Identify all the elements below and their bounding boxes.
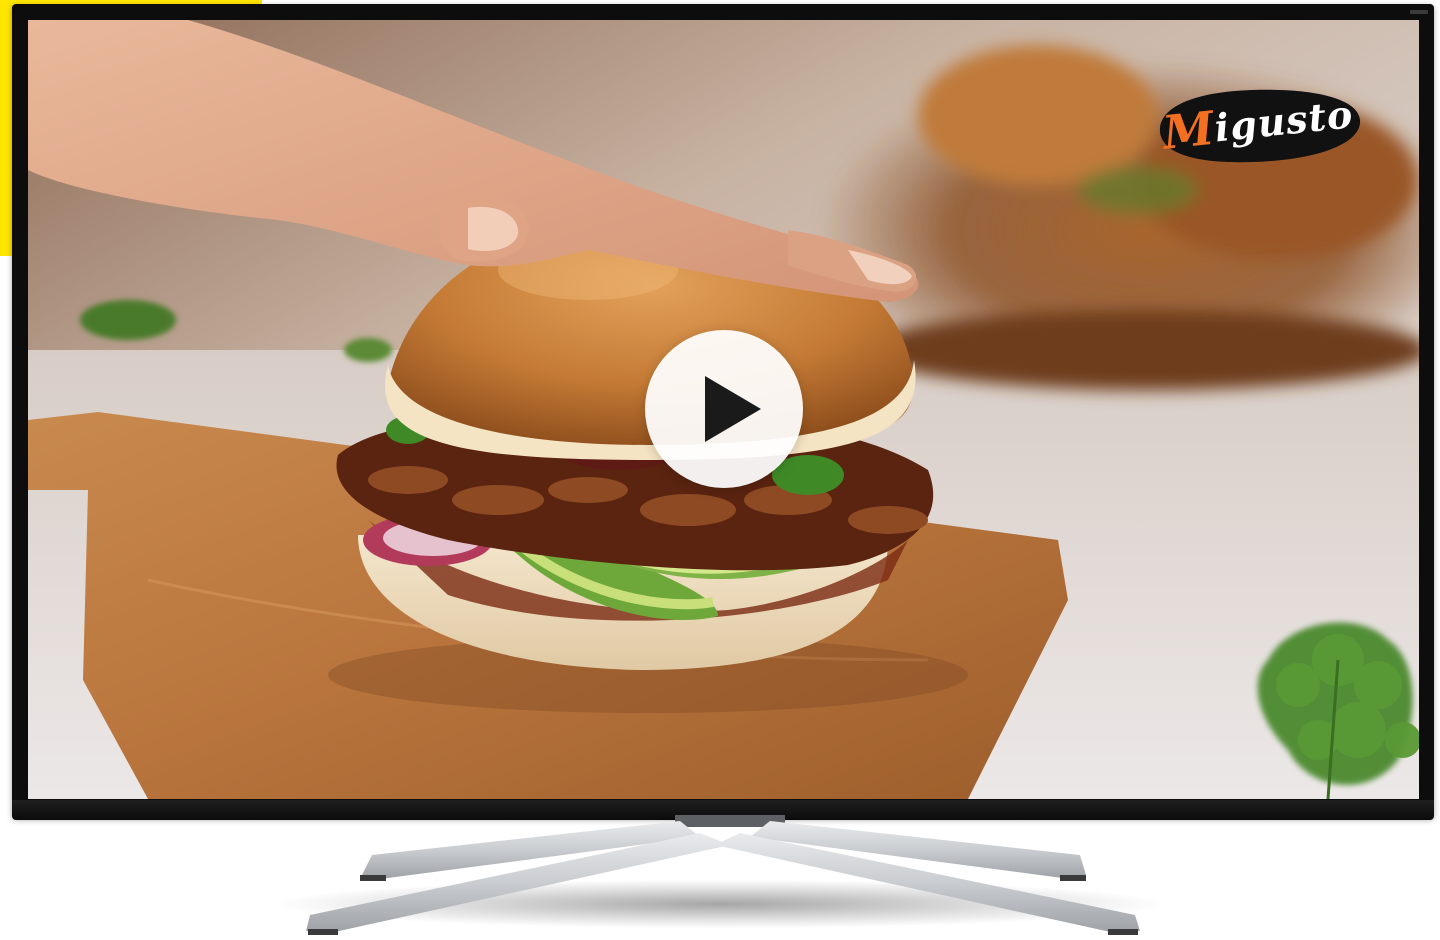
tv-stand <box>306 815 1140 935</box>
power-indicator <box>1410 10 1428 14</box>
brand-logo: Migusto <box>1152 80 1364 166</box>
video-player[interactable]: Migusto <box>28 20 1419 799</box>
play-icon <box>705 376 761 442</box>
play-button[interactable] <box>645 330 803 488</box>
logo-letter-m: M <box>1160 100 1218 160</box>
logo-letters-rest: igusto <box>1212 90 1356 150</box>
